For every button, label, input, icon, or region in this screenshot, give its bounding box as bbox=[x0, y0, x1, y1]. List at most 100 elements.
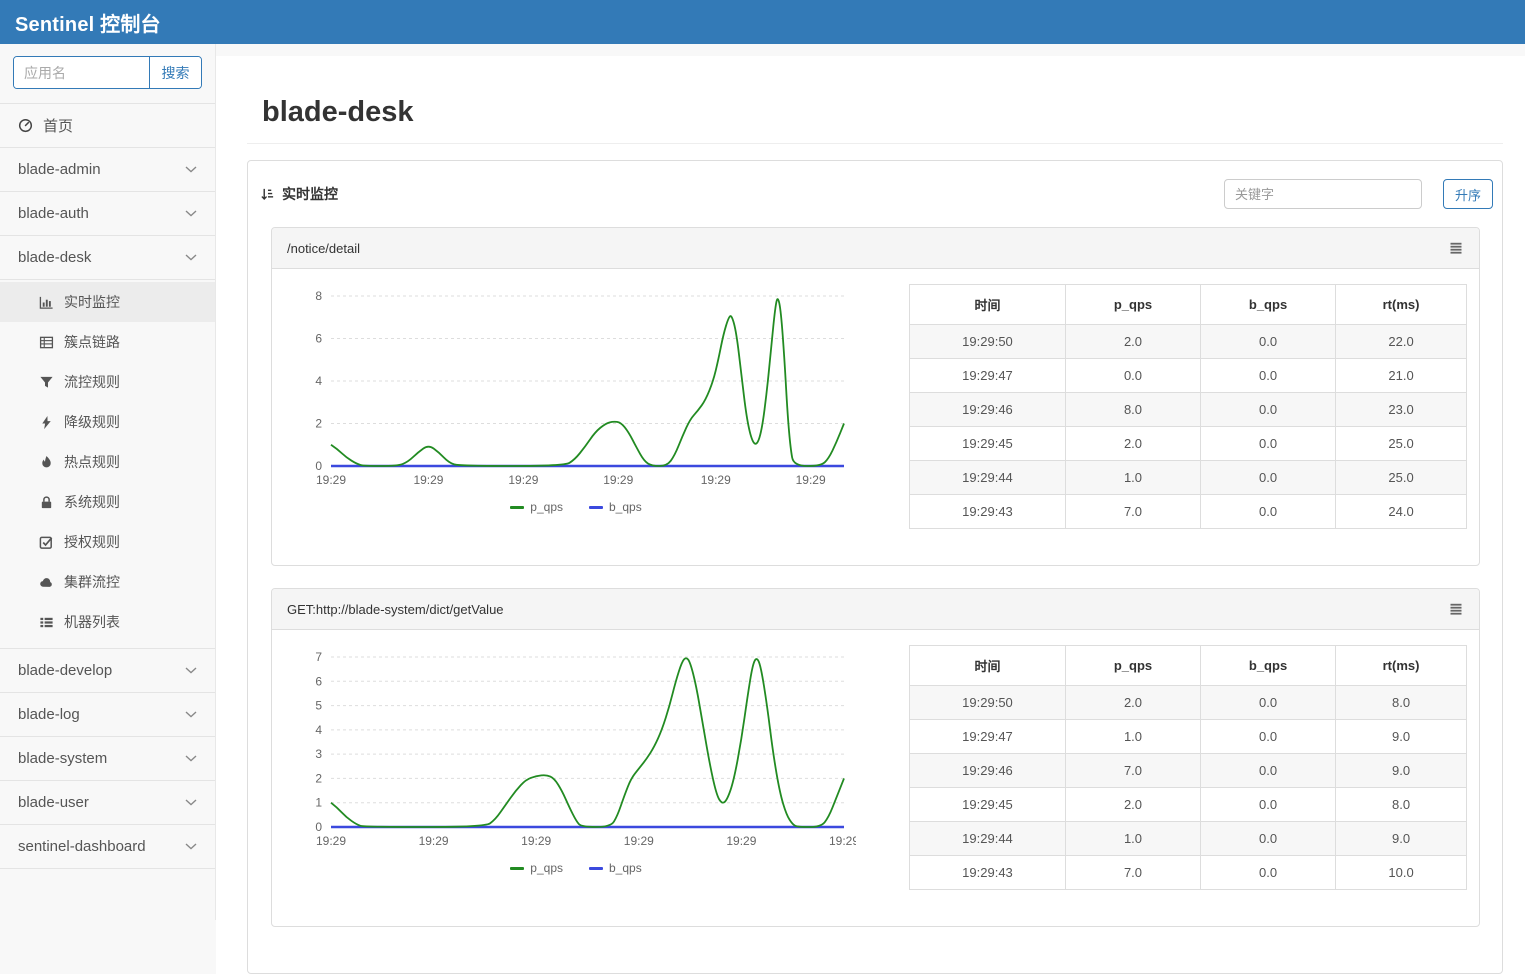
svg-text:19:29: 19:29 bbox=[701, 473, 731, 487]
table-cell: 19:29:44 bbox=[910, 461, 1066, 495]
svg-text:2: 2 bbox=[315, 417, 322, 431]
cloud-icon bbox=[38, 575, 54, 590]
sidebar-subitem-机器列表[interactable]: 机器列表 bbox=[0, 602, 215, 642]
keyword-input[interactable] bbox=[1224, 179, 1422, 209]
svg-text:5: 5 bbox=[315, 699, 322, 713]
sidebar-menu: 首页 blade-admin blade-auth blade-desk 实时监控簇点… bbox=[0, 103, 215, 869]
table-row: 19:29:452.00.08.0 bbox=[910, 788, 1467, 822]
metrics-table: 时间p_qpsb_qpsrt(ms)19:29:502.00.022.019:2… bbox=[909, 284, 1467, 529]
resource-title: GET:http://blade-system/dict/getValue bbox=[287, 602, 504, 617]
table-row: 19:29:470.00.021.0 bbox=[910, 359, 1467, 393]
legend-dash bbox=[589, 867, 603, 870]
bolt-icon bbox=[38, 415, 54, 430]
table-cell: 19:29:50 bbox=[910, 686, 1066, 720]
table-header-cell: 时间 bbox=[910, 646, 1066, 686]
table-cell: 0.0 bbox=[1201, 461, 1336, 495]
legend-dash bbox=[510, 506, 524, 509]
app-search-button[interactable]: 搜索 bbox=[149, 57, 201, 88]
app-search-input[interactable] bbox=[14, 57, 149, 88]
table-row: 19:29:468.00.023.0 bbox=[910, 393, 1467, 427]
svg-text:19:29: 19:29 bbox=[316, 473, 346, 487]
table-row: 19:29:467.00.09.0 bbox=[910, 754, 1467, 788]
realtime-monitor-panel: 实时监控 升序 /notice/detail0246819:2919:2919:… bbox=[247, 160, 1503, 974]
hamburger-menu-icon[interactable] bbox=[1448, 240, 1464, 256]
sidebar-subitem-label: 热点规则 bbox=[64, 452, 120, 472]
table-row: 19:29:437.00.010.0 bbox=[910, 856, 1467, 890]
table-cell: 25.0 bbox=[1336, 427, 1467, 461]
table-row: 19:29:471.00.09.0 bbox=[910, 720, 1467, 754]
app-title: Sentinel 控制台 bbox=[15, 8, 161, 37]
chevron-down-icon bbox=[185, 254, 197, 261]
table-cell: 25.0 bbox=[1336, 461, 1467, 495]
resource-card-header: /notice/detail bbox=[272, 228, 1479, 269]
svg-text:0: 0 bbox=[315, 459, 322, 473]
table-cell: 0.0 bbox=[1065, 359, 1200, 393]
legend-item-p_qps: p_qps bbox=[510, 861, 563, 875]
table-header-cell: b_qps bbox=[1201, 285, 1336, 325]
sidebar-item-blade-desk[interactable]: blade-desk bbox=[0, 236, 215, 280]
svg-text:0: 0 bbox=[315, 820, 322, 834]
chevron-down-icon bbox=[185, 843, 197, 850]
svg-text:19:29: 19:29 bbox=[603, 473, 633, 487]
table-cell: 19:29:45 bbox=[910, 427, 1066, 461]
chevron-down-icon bbox=[185, 799, 197, 806]
sort-order-button[interactable]: 升序 bbox=[1443, 179, 1493, 209]
svg-text:19:29: 19:29 bbox=[521, 834, 551, 848]
table-row: 19:29:441.00.09.0 bbox=[910, 822, 1467, 856]
hamburger-menu-icon[interactable] bbox=[1448, 601, 1464, 617]
table-cell: 8.0 bbox=[1336, 686, 1467, 720]
table-cell: 0.0 bbox=[1201, 495, 1336, 529]
sidebar-subitem-label: 实时监控 bbox=[64, 292, 120, 312]
sidebar: 搜索 首页 blade-admin blade-auth blade-desk 实时监… bbox=[0, 44, 216, 920]
legend-item-b_qps: b_qps bbox=[589, 500, 642, 514]
table-cell: 19:29:46 bbox=[910, 754, 1066, 788]
sidebar-item-blade-admin[interactable]: blade-admin bbox=[0, 148, 215, 192]
chart-legend: p_qps b_qps bbox=[286, 500, 866, 514]
sidebar-item-label: blade-develop bbox=[18, 662, 112, 679]
sidebar-item-blade-user[interactable]: blade-user bbox=[0, 781, 215, 825]
chevron-down-icon bbox=[185, 166, 197, 173]
table-cell: 1.0 bbox=[1065, 720, 1200, 754]
table-cell: 24.0 bbox=[1336, 495, 1467, 529]
legend-label: b_qps bbox=[609, 500, 642, 514]
sidebar-item-label: blade-admin bbox=[18, 161, 101, 178]
sidebar-item-sentinel-dashboard[interactable]: sentinel-dashboard bbox=[0, 825, 215, 869]
sidebar-subitem-降级规则[interactable]: 降级规则 bbox=[0, 402, 215, 442]
legend-dash bbox=[589, 506, 603, 509]
sidebar-item-label: blade-auth bbox=[18, 205, 89, 222]
table-cell: 8.0 bbox=[1336, 788, 1467, 822]
table-cell: 0.0 bbox=[1201, 325, 1336, 359]
sidebar-item-blade-log[interactable]: blade-log bbox=[0, 693, 215, 737]
table-cell: 19:29:43 bbox=[910, 495, 1066, 529]
table-row: 19:29:441.00.025.0 bbox=[910, 461, 1467, 495]
metrics-table: 时间p_qpsb_qpsrt(ms)19:29:502.00.08.019:29… bbox=[909, 645, 1467, 890]
sidebar-subitem-实时监控[interactable]: 实时监控 bbox=[0, 282, 215, 322]
svg-text:19:29: 19:29 bbox=[413, 473, 443, 487]
resource-card: /notice/detail0246819:2919:2919:2919:291… bbox=[271, 227, 1480, 566]
sidebar-subitem-流控规则[interactable]: 流控规则 bbox=[0, 362, 215, 402]
legend-item-p_qps: p_qps bbox=[510, 500, 563, 514]
sidebar-subitem-授权规则[interactable]: 授权规则 bbox=[0, 522, 215, 562]
table-cell: 7.0 bbox=[1065, 856, 1200, 890]
table-cell: 19:29:47 bbox=[910, 720, 1066, 754]
chevron-down-icon bbox=[185, 711, 197, 718]
sidebar-subitem-簇点链路[interactable]: 簇点链路 bbox=[0, 322, 215, 362]
table-header-cell: b_qps bbox=[1201, 646, 1336, 686]
table-cell: 7.0 bbox=[1065, 495, 1200, 529]
sidebar-item-blade-develop[interactable]: blade-develop bbox=[0, 649, 215, 693]
filter-icon bbox=[38, 375, 54, 390]
sidebar-subitem-系统规则[interactable]: 系统规则 bbox=[0, 482, 215, 522]
table-cell: 21.0 bbox=[1336, 359, 1467, 393]
sidebar-subitem-热点规则[interactable]: 热点规则 bbox=[0, 442, 215, 482]
lock-icon bbox=[38, 495, 54, 510]
sidebar-item-label: blade-user bbox=[18, 794, 89, 811]
sidebar-item-blade-auth[interactable]: blade-auth bbox=[0, 192, 215, 236]
sidebar-item-home[interactable]: 首页 bbox=[0, 104, 215, 148]
sidebar-subitem-label: 集群流控 bbox=[64, 572, 120, 592]
table-cell: 0.0 bbox=[1201, 822, 1336, 856]
table-header-cell: p_qps bbox=[1065, 646, 1200, 686]
table-cell: 19:29:47 bbox=[910, 359, 1066, 393]
sidebar-item-blade-system[interactable]: blade-system bbox=[0, 737, 215, 781]
table-cell: 2.0 bbox=[1065, 788, 1200, 822]
sidebar-subitem-集群流控[interactable]: 集群流控 bbox=[0, 562, 215, 602]
